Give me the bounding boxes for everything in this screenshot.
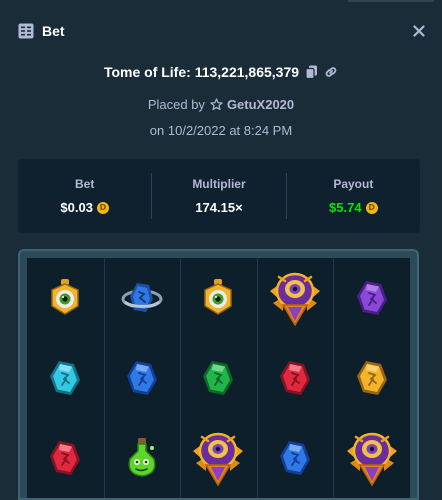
- link-button[interactable]: [324, 65, 338, 79]
- cyan-rune-icon: [47, 358, 83, 398]
- gold-rune-icon: [354, 358, 390, 398]
- slot-cell: [257, 418, 334, 498]
- star-icon: [210, 97, 223, 111]
- coin-icon: D: [365, 201, 378, 214]
- reel-divider: [103, 257, 105, 498]
- stat-payout-value: $5.74: [329, 200, 362, 215]
- green-rune-icon: [200, 358, 236, 398]
- slot-cell: [104, 338, 181, 418]
- slot-board-frame: [18, 249, 419, 500]
- purple-rune-icon: [354, 278, 390, 318]
- stat-bet-label: Bet: [74, 177, 95, 191]
- game-separator: :: [186, 64, 195, 80]
- slot-cell: [104, 418, 181, 498]
- stat-multiplier-label: Multiplier: [192, 177, 246, 191]
- slot-board: [27, 258, 410, 498]
- red-rune-icon: [47, 438, 83, 478]
- stat-bet-value-row: $0.03 D: [60, 200, 109, 215]
- slot-cell: [180, 418, 257, 498]
- eye-amulet-icon: [201, 278, 235, 318]
- slot-cell: [27, 418, 104, 498]
- game-bet-id-line: Tome of Life : 113,221,865,379: [0, 62, 442, 82]
- slot-cell: [257, 338, 334, 418]
- slot-cell: [104, 258, 181, 338]
- game-name[interactable]: Tome of Life: [104, 64, 186, 80]
- slot-cell: [333, 258, 410, 338]
- stat-bet-value: $0.03: [60, 200, 93, 215]
- blue-rune-icon: [124, 358, 160, 398]
- close-button[interactable]: [410, 22, 428, 40]
- red-rune-icon: [277, 358, 313, 398]
- slot-cell: [333, 418, 410, 498]
- modal-title: Bet: [42, 23, 65, 39]
- stat-payout-label: Payout: [333, 177, 374, 191]
- stat-bet: Bet $0.03 D: [18, 173, 151, 219]
- close-icon: [413, 25, 425, 37]
- bet-list-icon: [18, 23, 34, 39]
- slot-cell: [333, 338, 410, 418]
- winged-scarab-icon: [267, 269, 323, 327]
- bet-stats-panel: Bet $0.03 D Multiplier 174.15× Payout $5…: [18, 159, 420, 233]
- blue-rune-ring-icon: [120, 278, 164, 318]
- bet-timestamp: on 10/2/2022 at 8:24 PM: [149, 122, 293, 138]
- placed-by-label: Placed by: [147, 96, 205, 112]
- slot-cell: [180, 258, 257, 338]
- copy-button[interactable]: [305, 65, 318, 79]
- green-potion-icon: [123, 436, 161, 480]
- placed-by-line: Placed by GetuX2020: [0, 95, 442, 113]
- slot-cell: [257, 258, 334, 338]
- reel-divider: [333, 257, 335, 498]
- stat-multiplier-value: 174.15×: [195, 200, 243, 215]
- username-link[interactable]: GetuX2020: [227, 97, 294, 112]
- stat-payout: Payout $5.74 D: [285, 173, 420, 219]
- slot-cell: [27, 258, 104, 338]
- blue-rune-icon: [277, 438, 313, 478]
- stat-payout-value-row: $5.74 D: [329, 200, 378, 215]
- reel-divider: [180, 257, 182, 498]
- winged-scarab-icon: [190, 429, 246, 487]
- modal-header: Bet: [18, 18, 428, 44]
- eye-amulet-icon: [48, 278, 82, 318]
- top-accent-strip: [348, 0, 434, 2]
- winged-scarab-icon: [344, 429, 400, 487]
- bet-id: 113,221,865,379: [194, 64, 300, 80]
- slot-cell: [27, 338, 104, 418]
- coin-icon: D: [96, 201, 109, 214]
- stat-multiplier: Multiplier 174.15×: [151, 173, 285, 219]
- link-icon: [325, 67, 337, 77]
- copy-icon: [305, 65, 318, 79]
- reel-divider: [256, 257, 258, 498]
- slot-cell: [180, 338, 257, 418]
